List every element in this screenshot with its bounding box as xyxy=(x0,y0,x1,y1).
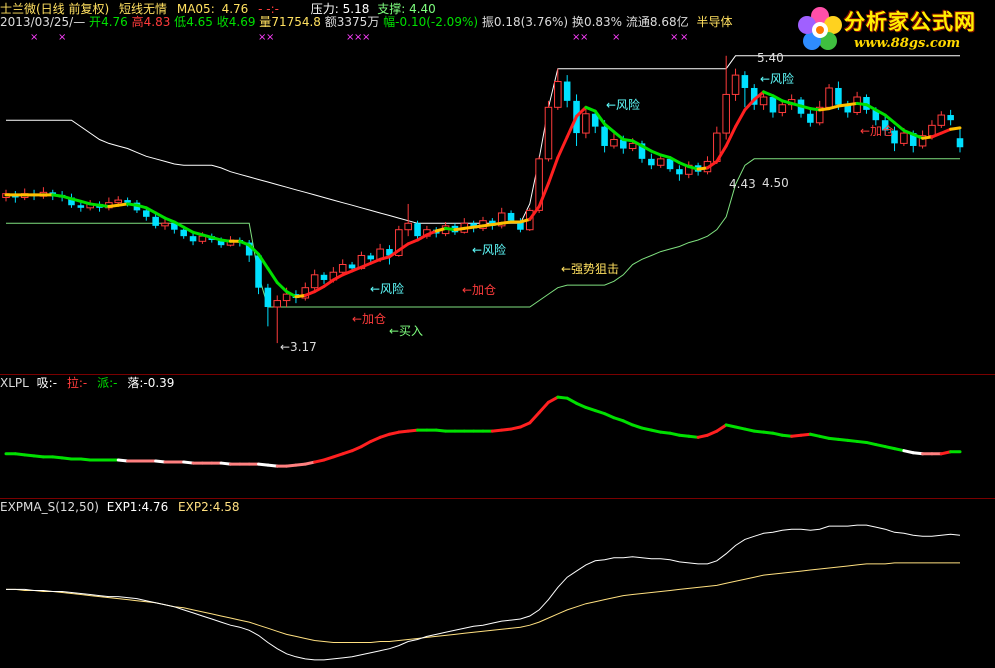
xlpl-segment xyxy=(546,395,560,404)
signal-marker: × xyxy=(362,32,370,43)
risk-annotation: ←风险 xyxy=(606,98,641,112)
exp2-line xyxy=(6,562,960,643)
add-position-annotation: ←加仓 xyxy=(860,124,895,138)
candle-body xyxy=(554,81,562,108)
candle-body xyxy=(161,222,169,227)
candle-body xyxy=(264,287,272,308)
ma5-segment xyxy=(584,105,597,113)
candle-body xyxy=(367,255,375,260)
candle-body xyxy=(180,229,187,237)
candle-body xyxy=(610,139,618,147)
ma5-segment xyxy=(734,108,747,129)
ma5-segment xyxy=(238,239,251,247)
buy-annotation: ←买入 xyxy=(389,324,424,338)
ma5-segment xyxy=(677,161,691,169)
xlpl-segment xyxy=(359,439,373,449)
xlpl-segment xyxy=(565,396,579,405)
candle-body xyxy=(124,200,131,203)
candle-body xyxy=(825,87,833,108)
xlpl-segment xyxy=(621,419,635,427)
risk-annotation: ←风险 xyxy=(472,243,507,257)
signal-marker: × xyxy=(266,32,274,43)
candle-body xyxy=(956,138,964,148)
mid-price-mark: 4.50 xyxy=(762,176,789,190)
risk-annotation: ←风险 xyxy=(370,282,405,296)
high-price-mark: 5.40 xyxy=(757,51,784,65)
candle-body xyxy=(656,158,665,166)
ma5-segment xyxy=(762,90,775,98)
pressure-line xyxy=(6,55,960,224)
ma5-segment xyxy=(893,121,906,132)
add-position-annotation: ←加仓 xyxy=(462,283,497,297)
candle-body xyxy=(807,113,814,123)
candle-body xyxy=(348,264,356,269)
candle-body xyxy=(778,104,787,113)
xlpl-segment xyxy=(528,411,541,425)
candle-body xyxy=(928,124,936,137)
signal-marker: × xyxy=(58,32,66,43)
candle-body xyxy=(189,236,197,242)
ma5-segment xyxy=(369,257,382,265)
candle-body xyxy=(320,274,328,280)
candle-body xyxy=(282,293,291,302)
ma5-segment xyxy=(163,216,176,224)
candle-body xyxy=(77,205,85,208)
candle-body xyxy=(676,169,683,175)
ma5-segment xyxy=(612,130,625,142)
candle-body xyxy=(273,300,282,308)
candle-body xyxy=(741,75,749,88)
ma5-segment xyxy=(649,149,663,157)
signal-marker: × xyxy=(680,32,688,43)
add-position-annotation: ←加仓 xyxy=(352,312,387,326)
candle-body xyxy=(507,212,515,221)
candle-body xyxy=(722,93,730,134)
ma5-segment xyxy=(266,266,279,285)
candle-body xyxy=(947,115,954,121)
ma5-segment xyxy=(556,135,569,160)
xlpl-segment xyxy=(705,429,719,437)
ma5-segment xyxy=(275,281,289,294)
xlpl-segment xyxy=(603,412,616,420)
candle-body xyxy=(601,126,608,146)
signal-marker: × xyxy=(580,32,588,43)
candle-body xyxy=(835,87,842,105)
candle-body xyxy=(628,142,637,150)
mid-price-mark: 4.43 xyxy=(729,177,756,191)
candle-body xyxy=(310,274,319,289)
candle-body xyxy=(769,97,777,113)
signal-marker: × xyxy=(612,32,620,43)
candle-body xyxy=(143,210,150,217)
signal-marker: × xyxy=(30,32,38,43)
candle-body xyxy=(114,199,123,204)
chart-canvas[interactable]: × × × × × × × × × × × × xyxy=(0,0,995,668)
candle-body xyxy=(759,96,768,106)
candle-body xyxy=(648,158,655,166)
xlpl-segment xyxy=(715,423,728,433)
ma5-segment xyxy=(949,126,962,131)
xlpl-segment xyxy=(575,401,588,409)
candle-body xyxy=(544,106,553,160)
candle-body xyxy=(414,223,421,237)
xlpl-segment xyxy=(369,435,382,443)
candle-body xyxy=(338,264,347,273)
risk-annotation: ←风险 xyxy=(760,72,795,86)
strong-resist-annotation: ←强势狙击 xyxy=(561,262,620,276)
candle-body xyxy=(563,81,571,101)
xlpl-segment xyxy=(537,400,550,415)
exp1-line xyxy=(6,524,961,661)
xlpl-segment xyxy=(350,445,363,453)
candle-body xyxy=(152,216,159,226)
ma5-segment xyxy=(322,278,335,288)
candle-body xyxy=(582,113,590,134)
candle-body xyxy=(937,114,946,126)
ma5-segment xyxy=(546,156,560,185)
candle-body xyxy=(731,74,740,95)
xlpl-segment xyxy=(518,421,532,429)
signal-marker: × xyxy=(670,32,678,43)
ma5-segment xyxy=(939,127,953,135)
candle-body xyxy=(404,222,412,231)
ma5-segment xyxy=(406,238,420,246)
candle-body xyxy=(900,132,908,144)
low-price-mark: ←3.17 xyxy=(280,340,317,354)
